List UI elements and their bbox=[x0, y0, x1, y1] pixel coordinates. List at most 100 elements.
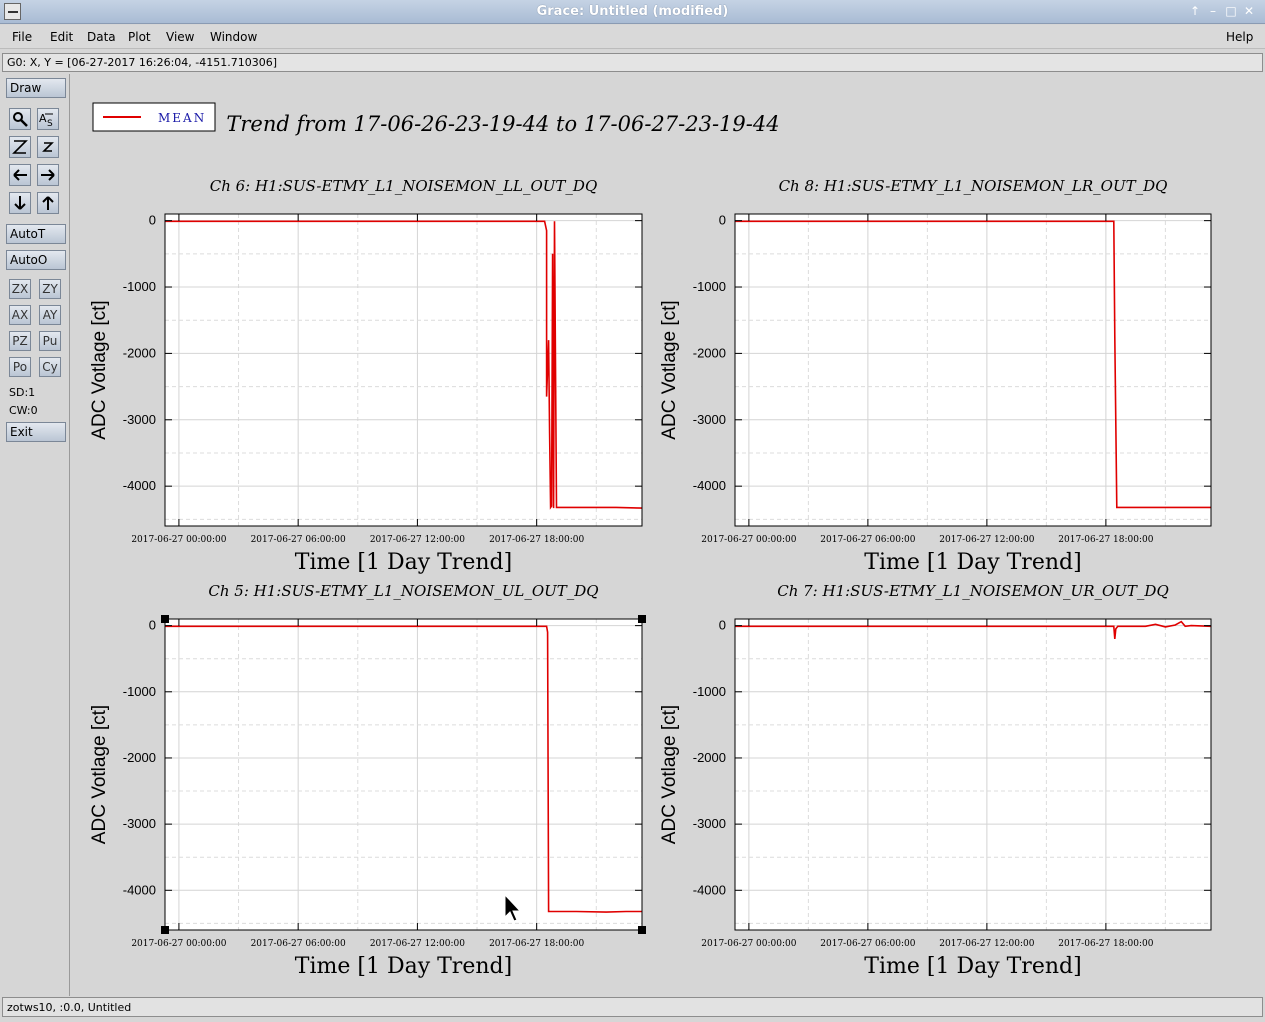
graph-1[interactable]: 0 -1000 -2000 -3000 -4000 2017-06-27 00:00:00… bbox=[659, 177, 1212, 575]
x-tick-label: 2017-06-27 18:00:00 bbox=[1058, 939, 1153, 949]
autot-button[interactable]: AutoT bbox=[6, 224, 66, 244]
scroll-down-button[interactable] bbox=[9, 192, 31, 214]
status-bar: zotws10, :0.0, Untitled bbox=[2, 997, 1263, 1017]
scroll-up-button[interactable] bbox=[37, 192, 59, 214]
zx-button[interactable]: ZX bbox=[9, 279, 31, 299]
selection-handle bbox=[161, 926, 169, 934]
x-tick-label: 2017-06-27 00:00:00 bbox=[131, 939, 226, 949]
y-tick-label: -1000 bbox=[123, 279, 156, 294]
menu-bar: File Edit Data Plot View Window Help bbox=[0, 25, 1265, 49]
po-button[interactable]: Po bbox=[9, 357, 31, 377]
ay-button[interactable]: AY bbox=[39, 305, 61, 325]
plot-area bbox=[735, 214, 1211, 526]
scroll-left-button[interactable] bbox=[9, 164, 31, 186]
y-tick-label: 0 bbox=[719, 213, 726, 228]
y-tick-label: -4000 bbox=[693, 882, 726, 897]
arrow-up-icon bbox=[42, 196, 54, 210]
y-tick-label: -2000 bbox=[123, 345, 156, 360]
x-tick-label: 2017-06-27 00:00:00 bbox=[701, 939, 796, 949]
scroll-right-button[interactable] bbox=[37, 164, 59, 186]
plot-svg[interactable]: MEAN Trend from 17-06-26-23-19-44 to 17-… bbox=[72, 74, 1263, 996]
keep-above-icon[interactable]: ↑ bbox=[1188, 4, 1202, 18]
tool-panel: Draw AS AutoT AutoO ZX ZY AX AY PZ Pu Po… bbox=[2, 74, 70, 996]
x-tick-label: 2017-06-27 12:00:00 bbox=[939, 939, 1034, 949]
autoo-button[interactable]: AutoO bbox=[6, 250, 66, 270]
zoom-in-button[interactable] bbox=[9, 136, 31, 158]
x-tick-label: 2017-06-27 18:00:00 bbox=[489, 535, 584, 545]
graph-3[interactable]: 0 -1000 -2000 -3000 -4000 2017-06-27 00:00:00… bbox=[659, 582, 1212, 979]
menu-plot[interactable]: Plot bbox=[128, 30, 151, 44]
plot-canvas[interactable]: MEAN Trend from 17-06-26-23-19-44 to 17-… bbox=[72, 74, 1263, 996]
zoom-button[interactable] bbox=[9, 108, 31, 130]
y-tick-label: -4000 bbox=[123, 882, 156, 897]
cy-button[interactable]: Cy bbox=[39, 357, 61, 377]
x-tick-label: 2017-06-27 12:00:00 bbox=[370, 535, 465, 545]
graph-2[interactable]: 0 -1000 -2000 -3000 -4000 2017-06-27 00:00:00… bbox=[89, 582, 646, 979]
maximize-icon[interactable]: □ bbox=[1224, 4, 1238, 18]
x-tick-label: 2017-06-27 06:00:00 bbox=[820, 535, 915, 545]
arrow-right-icon bbox=[41, 169, 55, 181]
y-tick-label: 0 bbox=[719, 618, 726, 633]
ax-button[interactable]: AX bbox=[9, 305, 31, 325]
graph-0[interactable]: 0 -1000 -2000 -3000 -4000 2017-06-27 00:00:00… bbox=[89, 177, 643, 575]
y-tick-label: -1000 bbox=[693, 684, 726, 699]
menu-help[interactable]: Help bbox=[1226, 30, 1253, 44]
x-tick-label: 2017-06-27 06:00:00 bbox=[251, 939, 346, 949]
menu-data[interactable]: Data bbox=[87, 30, 116, 44]
graph-title: Ch 7: H1:SUS-ETMY_L1_NOISEMON_UR_OUT_DQ bbox=[777, 582, 1169, 600]
y-tick-label: -4000 bbox=[693, 478, 726, 493]
y-axis-label: ADC Votlage [ct] bbox=[89, 300, 110, 439]
x-tick-label: 2017-06-27 00:00:00 bbox=[701, 535, 796, 545]
y-tick-label: -3000 bbox=[123, 816, 156, 831]
legend-label: MEAN bbox=[158, 111, 206, 125]
pu-button[interactable]: Pu bbox=[39, 331, 61, 351]
x-tick-label: 2017-06-27 18:00:00 bbox=[489, 939, 584, 949]
locator-bar: G0: X, Y = [06-27-2017 16:26:04, -4151.7… bbox=[2, 53, 1263, 72]
x-axis-label: Time [1 Day Trend] bbox=[864, 550, 1081, 575]
y-tick-label: 0 bbox=[149, 618, 156, 633]
y-tick-label: -3000 bbox=[693, 412, 726, 427]
x-axis-label: Time [1 Day Trend] bbox=[295, 550, 512, 575]
menu-edit[interactable]: Edit bbox=[50, 30, 73, 44]
menu-window[interactable]: Window bbox=[210, 30, 257, 44]
y-tick-label: -2000 bbox=[693, 345, 726, 360]
graph-title: Ch 8: H1:SUS-ETMY_L1_NOISEMON_LR_OUT_DQ bbox=[779, 177, 1168, 195]
y-tick-label: -1000 bbox=[123, 684, 156, 699]
x-axis-label: Time [1 Day Trend] bbox=[864, 954, 1081, 979]
svg-text:S: S bbox=[47, 119, 53, 127]
graph-title: Ch 5: H1:SUS-ETMY_L1_NOISEMON_UL_OUT_DQ bbox=[208, 582, 598, 600]
autoscale-text-button[interactable]: AS bbox=[37, 108, 59, 130]
graph-title: Ch 6: H1:SUS-ETMY_L1_NOISEMON_LL_OUT_DQ bbox=[210, 177, 598, 195]
status-text: zotws10, :0.0, Untitled bbox=[7, 1001, 132, 1014]
window-title: Grace: Untitled (modified) bbox=[536, 4, 729, 19]
x-tick-label: 2017-06-27 12:00:00 bbox=[370, 939, 465, 949]
y-tick-label: -3000 bbox=[693, 816, 726, 831]
locator-text: G0: X, Y = [06-27-2017 16:26:04, -4151.7… bbox=[7, 56, 278, 69]
exit-button[interactable]: Exit bbox=[6, 422, 66, 442]
x-tick-label: 2017-06-27 06:00:00 bbox=[820, 939, 915, 949]
legend-box[interactable]: MEAN bbox=[92, 102, 216, 132]
minimize-icon[interactable]: – bbox=[1206, 4, 1220, 18]
zy-button[interactable]: ZY bbox=[39, 279, 61, 299]
close-icon[interactable]: ✕ bbox=[1242, 4, 1256, 18]
graphs-group: 0 -1000 -2000 -3000 -4000 2017-06-27 00:00:00… bbox=[89, 177, 1212, 979]
selection-handle bbox=[638, 615, 646, 623]
z-small-icon bbox=[42, 142, 54, 152]
y-tick-label: -3000 bbox=[123, 412, 156, 427]
text-scale-icon: AS bbox=[39, 112, 53, 127]
selection-handle bbox=[638, 926, 646, 934]
title-bar: Grace: Untitled (modified) ↑ – □ ✕ bbox=[0, 0, 1265, 24]
y-tick-label: -2000 bbox=[123, 750, 156, 765]
menu-view[interactable]: View bbox=[166, 30, 194, 44]
arrow-left-icon bbox=[13, 169, 27, 181]
draw-button[interactable]: Draw bbox=[6, 78, 66, 98]
z-large-icon bbox=[12, 140, 28, 154]
plot-area bbox=[165, 214, 642, 526]
x-tick-label: 2017-06-27 06:00:00 bbox=[251, 535, 346, 545]
page-title: Trend from 17-06-26-23-19-44 to 17-06-27… bbox=[226, 112, 779, 136]
zoom-out-button[interactable] bbox=[37, 136, 59, 158]
plot-area bbox=[165, 619, 642, 930]
y-tick-label: 0 bbox=[149, 213, 156, 228]
menu-file[interactable]: File bbox=[12, 30, 32, 44]
pz-button[interactable]: PZ bbox=[9, 331, 31, 351]
